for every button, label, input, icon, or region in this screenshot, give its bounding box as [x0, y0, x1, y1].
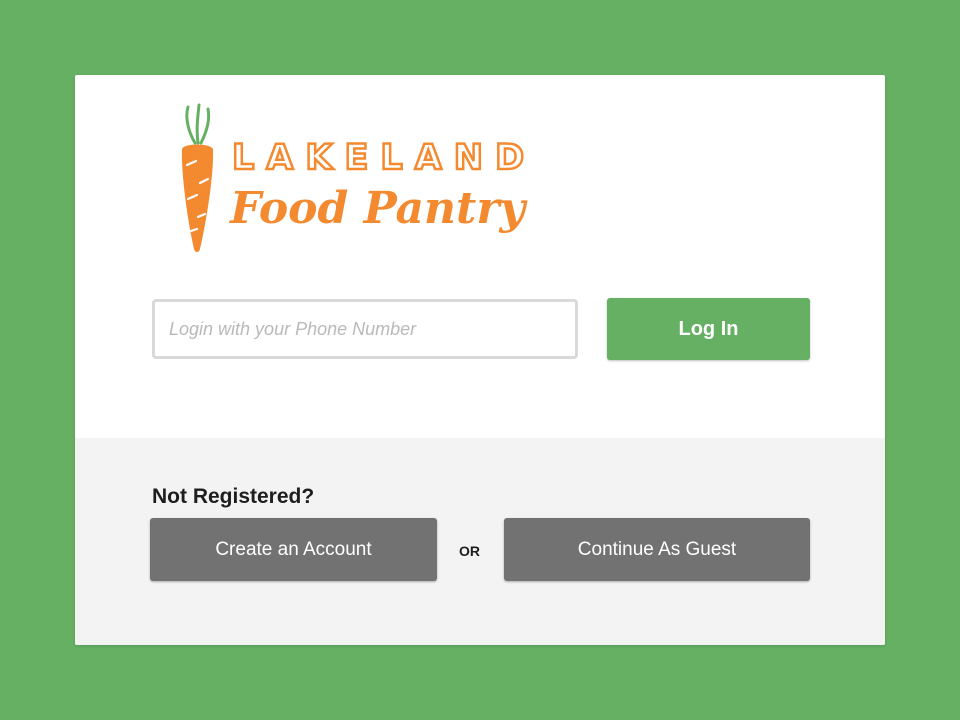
phone-number-input[interactable]: [152, 299, 578, 359]
create-account-button[interactable]: Create an Account: [150, 518, 437, 581]
not-registered-heading: Not Registered?: [152, 485, 315, 508]
log-in-button[interactable]: Log In: [607, 298, 810, 360]
carrot-icon: [181, 103, 214, 252]
or-separator: OR: [459, 543, 480, 559]
registration-panel: Not Registered? Create an Account OR Con…: [75, 438, 885, 645]
brand-wordmark-line2: Food Pantry: [228, 183, 529, 234]
lakeland-food-pantry-logo: LAKELAND Food Pantry: [181, 103, 536, 252]
brand-wordmark-line1: LAKELAND: [232, 138, 536, 178]
login-card: LAKELAND Food Pantry Log In Not Register…: [75, 75, 885, 645]
continue-as-guest-button[interactable]: Continue As Guest: [504, 518, 810, 581]
